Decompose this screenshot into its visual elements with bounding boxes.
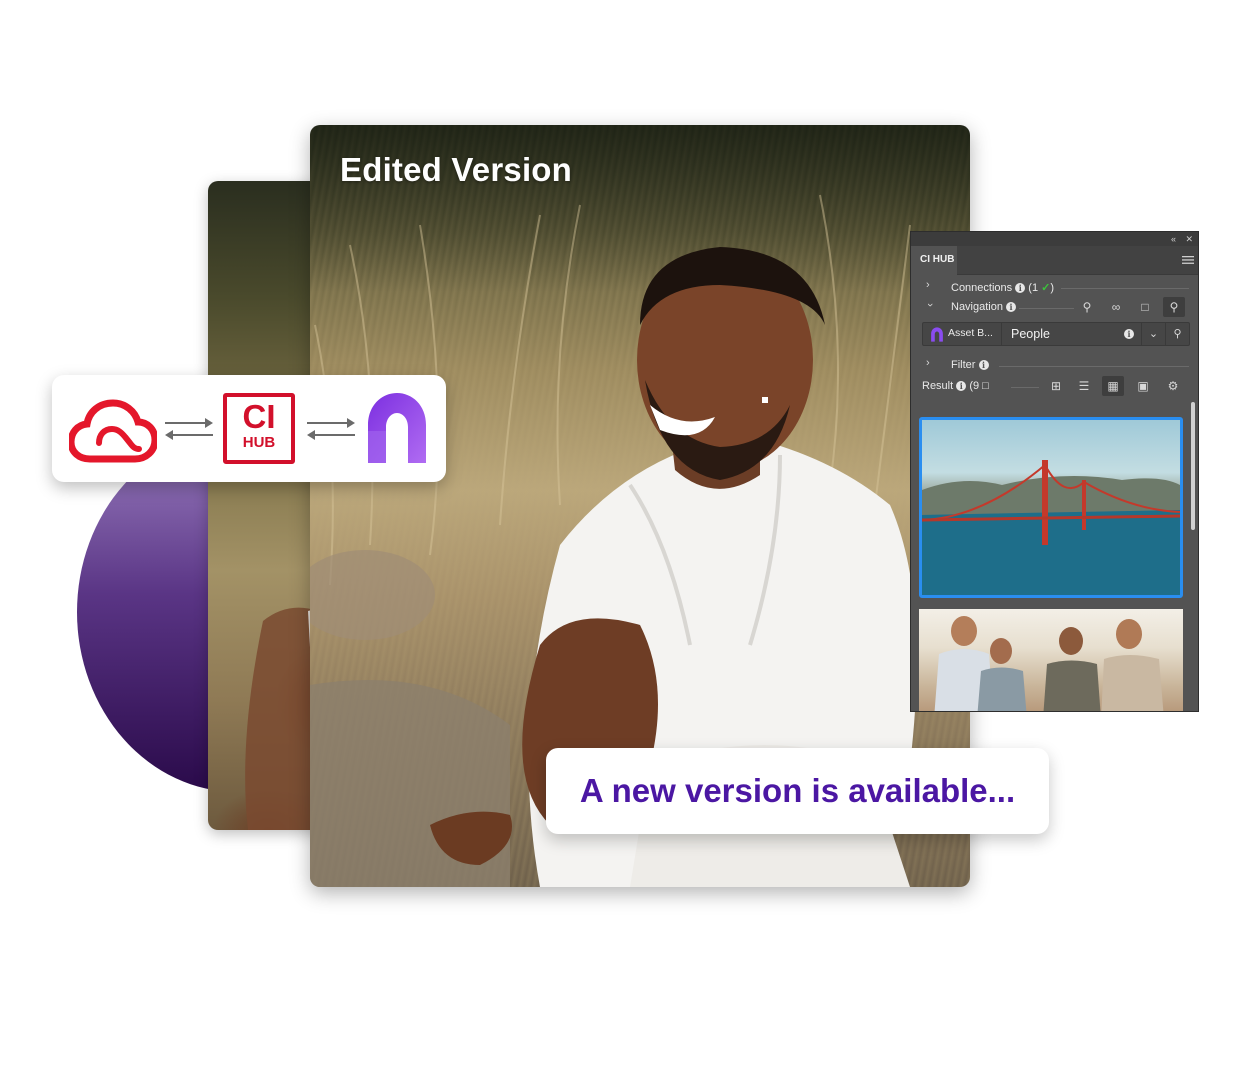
connections-close-paren: ) <box>1050 282 1055 294</box>
info-icon[interactable]: i <box>1006 302 1017 312</box>
close-panel-icon[interactable]: ✕ <box>1185 232 1193 246</box>
filter-text: Filter <box>951 359 976 371</box>
source-name: Asset B... <box>948 327 993 339</box>
result-thumbnail-friends[interactable] <box>919 609 1183 711</box>
ci-hub-logo-ci: CI <box>242 398 276 435</box>
new-version-text: A new version is available... <box>579 772 1016 809</box>
detail-view-icon[interactable]: ▣ <box>1132 376 1154 396</box>
settings-icon[interactable]: ⚙ <box>1162 376 1184 396</box>
asset-bank-source-icon <box>931 327 943 342</box>
info-icon[interactable]: i <box>1015 283 1026 293</box>
panel-scrollbar[interactable] <box>1191 402 1195 530</box>
connections-label: Connections i (1 ✓) <box>951 281 1054 294</box>
grid-view-icon[interactable]: ▦ <box>1102 376 1124 396</box>
result-text: Result <box>922 380 954 392</box>
chevron-right-icon: › <box>926 357 930 369</box>
ci-hub-logo-hub: HUB <box>242 434 276 451</box>
sync-arrows-icon <box>165 418 213 440</box>
ci-hub-panel: « ✕ CI HUB › Connections i (1 ✓) › Navig… <box>910 231 1199 712</box>
asset-bank-logo-icon <box>368 393 426 463</box>
tab-ci-hub[interactable]: CI HUB <box>911 246 957 275</box>
source-selector[interactable]: Asset B... <box>923 323 1002 345</box>
new-version-banner[interactable]: A new version is available... <box>546 748 1049 834</box>
check-icon: ✓ <box>1041 282 1051 294</box>
panel-menu-icon[interactable] <box>1182 255 1194 265</box>
document-icon: □ <box>982 380 989 392</box>
result-label: Result i (9 □ <box>922 380 989 392</box>
zoom-search-icon[interactable]: ⚲ <box>1076 297 1098 317</box>
link-icon[interactable]: ∞ <box>1105 297 1127 317</box>
connections-text: Connections <box>951 282 1013 294</box>
navigation-text: Navigation <box>951 301 1003 313</box>
divider <box>1019 308 1074 309</box>
chevron-down-icon[interactable]: ⌄ <box>1141 323 1165 345</box>
result-row: Result i (9 □ ⊞ ☰ ▦ ▣ ⚙ <box>911 376 1198 396</box>
connections-row[interactable]: › Connections i (1 ✓) <box>911 277 1198 297</box>
search-icon[interactable]: ⚲ <box>1165 323 1189 345</box>
result-thumbnail-golden-gate[interactable] <box>919 417 1183 598</box>
search-query-input[interactable]: People <box>1011 327 1050 341</box>
navigation-row[interactable]: › Navigation i ⚲ ∞ □ ⚲ <box>911 297 1198 317</box>
edited-version-title: Edited Version <box>340 151 573 188</box>
filter-label: Filter i <box>951 359 989 371</box>
panel-titlebar: « ✕ <box>911 232 1198 246</box>
grid-small-icon[interactable]: ⊞ <box>1045 376 1067 396</box>
navigation-label: Navigation i <box>951 301 1017 313</box>
divider <box>999 366 1189 367</box>
chevron-right-icon: › <box>926 279 930 291</box>
info-icon[interactable]: i <box>978 360 989 370</box>
golden-gate-bridge-image <box>922 460 1180 595</box>
sync-arrows-icon <box>307 418 355 440</box>
divider <box>1011 387 1039 388</box>
search-icon[interactable]: ⚲ <box>1163 297 1185 317</box>
friends-laughing-image <box>934 616 1164 711</box>
divider <box>1061 288 1189 289</box>
list-view-icon[interactable]: ☰ <box>1073 376 1095 396</box>
panel-tab-row: CI HUB <box>911 246 1198 275</box>
creative-cloud-icon <box>69 399 157 463</box>
integration-logos-card: CI HUB <box>52 375 446 482</box>
filter-row[interactable]: › Filter i <box>911 355 1198 375</box>
ci-hub-logo: CI HUB <box>223 393 295 464</box>
connections-count: (1 <box>1028 282 1039 294</box>
result-count: (9 <box>969 380 980 392</box>
collapse-panel-icon[interactable]: « <box>1171 232 1176 246</box>
chevron-down-icon: › <box>923 303 936 307</box>
folder-icon[interactable]: □ <box>1134 297 1156 317</box>
info-icon[interactable]: i <box>956 381 967 391</box>
source-search-box: Asset B... People i ⌄ ⚲ <box>922 322 1190 346</box>
info-icon[interactable]: i <box>1117 323 1141 345</box>
